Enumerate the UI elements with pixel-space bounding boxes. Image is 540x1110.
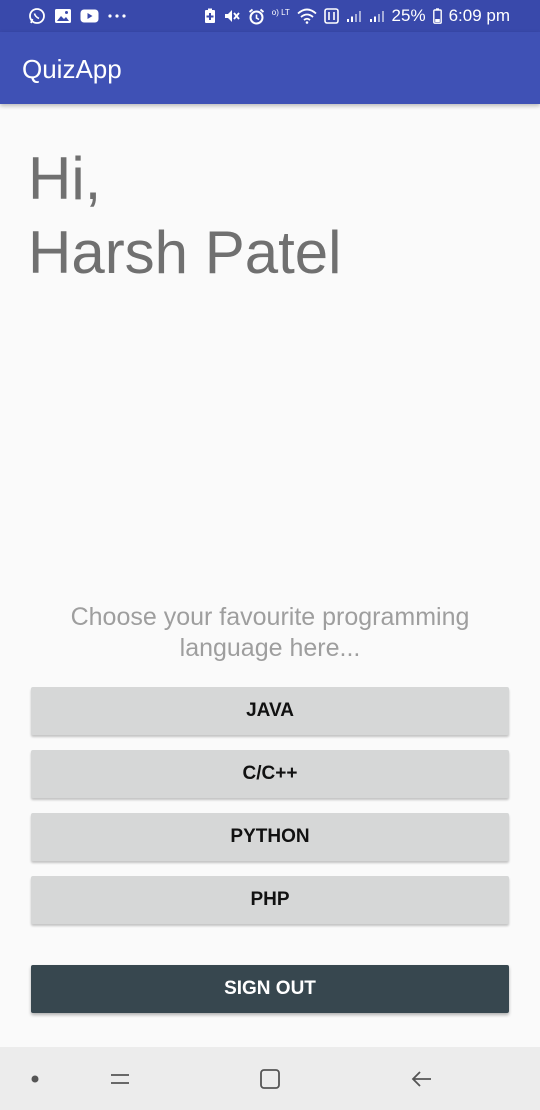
php-button[interactable]: PHP (31, 876, 509, 924)
python-button[interactable]: PYTHON (31, 813, 509, 861)
whatsapp-icon (28, 7, 46, 25)
battery-percentage: 25% (391, 6, 426, 25)
svg-text:Vo) LTE: Vo) LTE (272, 8, 290, 17)
battery-icon (432, 8, 442, 24)
recents-icon[interactable] (100, 1047, 140, 1110)
alarm-icon (248, 8, 265, 25)
language-prompt: Choose your favourite programming langua… (70, 603, 470, 662)
mute-icon (223, 8, 241, 24)
volte-icon: Vo) LTE (272, 7, 290, 25)
greeting-hi: Hi, (28, 145, 102, 212)
status-bar-right: Vo) LTE 25% 6:09 pm (204, 6, 510, 26)
java-button[interactable]: JAVA (31, 687, 509, 735)
youtube-icon (80, 9, 99, 23)
sign-out-button[interactable]: SIGN OUT (31, 965, 509, 1013)
greeting: Hi, Harsh Patel (28, 142, 341, 290)
status-bar: Vo) LTE 25% 6:09 pm (0, 0, 540, 32)
status-bar-left (28, 7, 127, 25)
back-icon[interactable] (402, 1047, 442, 1110)
signal-icon (369, 9, 385, 23)
home-icon[interactable] (250, 1047, 290, 1110)
navigation-bar (0, 1047, 540, 1110)
dot-icon (20, 1047, 50, 1110)
battery-saver-icon (204, 8, 216, 24)
app-title: QuizApp (22, 54, 122, 84)
data-icon (323, 8, 339, 24)
app-bar: QuizApp (0, 32, 540, 104)
wifi-icon (296, 8, 317, 24)
status-time: 6:09 pm (448, 6, 510, 25)
greeting-user-name: Harsh Patel (28, 219, 342, 286)
c-cpp-button[interactable]: C/C++ (31, 750, 509, 798)
signal-icon (346, 9, 362, 23)
more-dots-icon (107, 13, 127, 19)
gallery-icon (54, 8, 72, 24)
